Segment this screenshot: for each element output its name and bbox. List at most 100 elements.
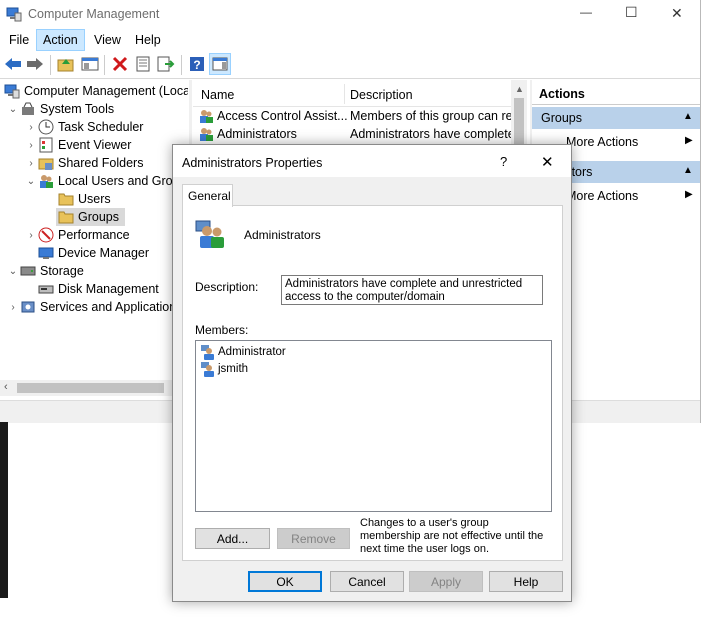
chevron-right-icon[interactable]: › [24, 140, 38, 151]
tree-item-disk-management[interactable]: Disk Management [38, 280, 159, 298]
actions-section-groups[interactable]: Groups ▲ [532, 107, 700, 129]
tree-item-label: Computer Management (Local [24, 84, 188, 98]
tree-item-users[interactable]: Users [58, 190, 111, 208]
services-icon [20, 299, 36, 315]
tree-item-shared-folders[interactable]: › Shared Folders [24, 154, 143, 172]
list-header: Name Description [193, 80, 527, 107]
chevron-down-icon[interactable]: ⌄ [6, 104, 20, 115]
list-cell-description: Members of this group can rer [350, 109, 517, 123]
forward-icon[interactable] [24, 53, 46, 75]
help-button[interactable]: Help [489, 571, 563, 592]
performance-icon [38, 227, 54, 243]
chevron-right-icon[interactable]: › [24, 122, 38, 133]
tab-general[interactable]: General [182, 184, 233, 207]
dialog-title-bar[interactable]: Administrators Properties ? ✕ [173, 145, 571, 177]
submenu-arrow-icon: ▶ [685, 189, 693, 200]
desktop-strip [0, 422, 8, 598]
list-cell-description: Administrators have complete [350, 127, 515, 141]
menu-file[interactable]: File [3, 29, 35, 51]
group-icon [198, 126, 214, 145]
ok-button[interactable]: OK [248, 571, 322, 592]
help-icon[interactable]: ? [186, 53, 208, 75]
tree-item-services[interactable]: › Services and Application [6, 298, 176, 316]
menu-action[interactable]: Action [36, 29, 85, 51]
members-label: Members: [195, 323, 249, 337]
actions-item-label: More Actions [566, 135, 639, 149]
chevron-down-icon[interactable]: ⌄ [24, 176, 38, 187]
list-row[interactable]: Administrators Administrators have compl… [193, 125, 515, 145]
toolbar-separator [50, 55, 51, 75]
add-button[interactable]: Add... [195, 528, 270, 549]
column-description-header[interactable]: Description [350, 88, 413, 102]
tab-label: General [188, 189, 231, 203]
chevron-right-icon[interactable]: › [24, 158, 38, 169]
back-icon[interactable] [2, 53, 24, 75]
maximize-button[interactable]: ☐ [625, 4, 638, 21]
properties-icon[interactable] [132, 53, 154, 75]
close-button[interactable]: ✕ [671, 5, 683, 22]
column-name-header[interactable]: Name [201, 88, 234, 102]
clock-icon [38, 119, 54, 135]
title-bar[interactable]: Computer Management — ☐ ✕ [0, 0, 700, 29]
tree-item-system-tools[interactable]: ⌄ System Tools [6, 100, 114, 118]
minimize-button[interactable]: — [580, 5, 592, 19]
tree-scrollbar[interactable]: ‹ [0, 380, 188, 396]
toolbar-border [0, 78, 700, 79]
chevron-right-icon[interactable]: › [6, 302, 20, 313]
delete-icon[interactable] [109, 53, 131, 75]
dialog-help-button[interactable]: ? [500, 154, 507, 169]
menu-view[interactable]: View [88, 29, 127, 51]
disk-icon [38, 281, 54, 297]
submenu-arrow-icon: ▶ [685, 135, 693, 146]
tree-item-performance[interactable]: › Performance [24, 226, 130, 244]
group-large-icon [194, 217, 228, 254]
tree-item-label: Services and Application [40, 300, 177, 314]
tree-item-label: Disk Management [58, 282, 159, 296]
column-divider [344, 84, 345, 104]
tree-item-storage[interactable]: ⌄ Storage [6, 262, 84, 280]
tree-item-root[interactable]: Computer Management (Local [4, 82, 188, 100]
tree-item-device-manager[interactable]: Device Manager [38, 244, 149, 262]
dialog-close-button[interactable]: ✕ [541, 153, 554, 171]
apply-button[interactable]: Apply [409, 571, 483, 592]
export-list-icon[interactable] [155, 53, 177, 75]
membership-note: Changes to a user's group membership are… [360, 517, 544, 555]
member-name: jsmith [218, 363, 249, 375]
collapse-icon[interactable]: ▲ [683, 111, 693, 122]
folder-icon [58, 191, 74, 207]
collapse-icon[interactable]: ▲ [683, 165, 693, 176]
users-icon [38, 173, 54, 189]
tree-item-label: Groups [78, 210, 119, 224]
members-list[interactable]: Administrator jsmith [195, 340, 552, 512]
chevron-right-icon[interactable]: › [24, 230, 38, 241]
tree-item-event-viewer[interactable]: › Event Viewer [24, 136, 131, 154]
tree-item-label: Performance [58, 228, 130, 242]
tree-item-groups[interactable]: Groups [56, 208, 125, 226]
show-hide-action-pane-icon[interactable] [209, 53, 231, 75]
chevron-down-icon[interactable]: ⌄ [6, 266, 20, 277]
tree-item-task-scheduler[interactable]: › Task Scheduler [24, 118, 143, 136]
show-hide-tree-icon[interactable] [79, 53, 101, 75]
menu-help[interactable]: Help [129, 29, 167, 51]
tree-item-label: System Tools [40, 102, 115, 116]
app-icon [6, 6, 22, 22]
tree-item-label: Local Users and Grou [58, 174, 180, 188]
scroll-left-icon[interactable]: ‹ [4, 381, 8, 393]
group-name: Administrators [244, 228, 321, 242]
scroll-up-icon[interactable]: ▲ [515, 84, 524, 94]
cancel-button[interactable]: Cancel [330, 571, 404, 592]
member-name: Administrator [218, 346, 286, 358]
actions-title: Actions [539, 87, 585, 101]
list-cell-name: Access Control Assist... [217, 109, 348, 123]
tree-item-local-users[interactable]: ⌄ Local Users and Grou [24, 172, 180, 190]
tree-item-label: Task Scheduler [58, 120, 144, 134]
scrollbar-thumb[interactable] [17, 383, 164, 393]
tree-pane: Computer Management (Local ⌄ System Tool… [0, 80, 188, 398]
up-folder-icon[interactable] [55, 53, 77, 75]
storage-icon [20, 263, 36, 279]
window-title: Computer Management [28, 7, 160, 21]
remove-button[interactable]: Remove [277, 528, 350, 549]
description-field[interactable]: Administrators have complete and unrestr… [281, 275, 543, 305]
tree-item-label: Shared Folders [58, 156, 144, 170]
list-row[interactable]: Access Control Assist... Members of this… [193, 107, 517, 125]
